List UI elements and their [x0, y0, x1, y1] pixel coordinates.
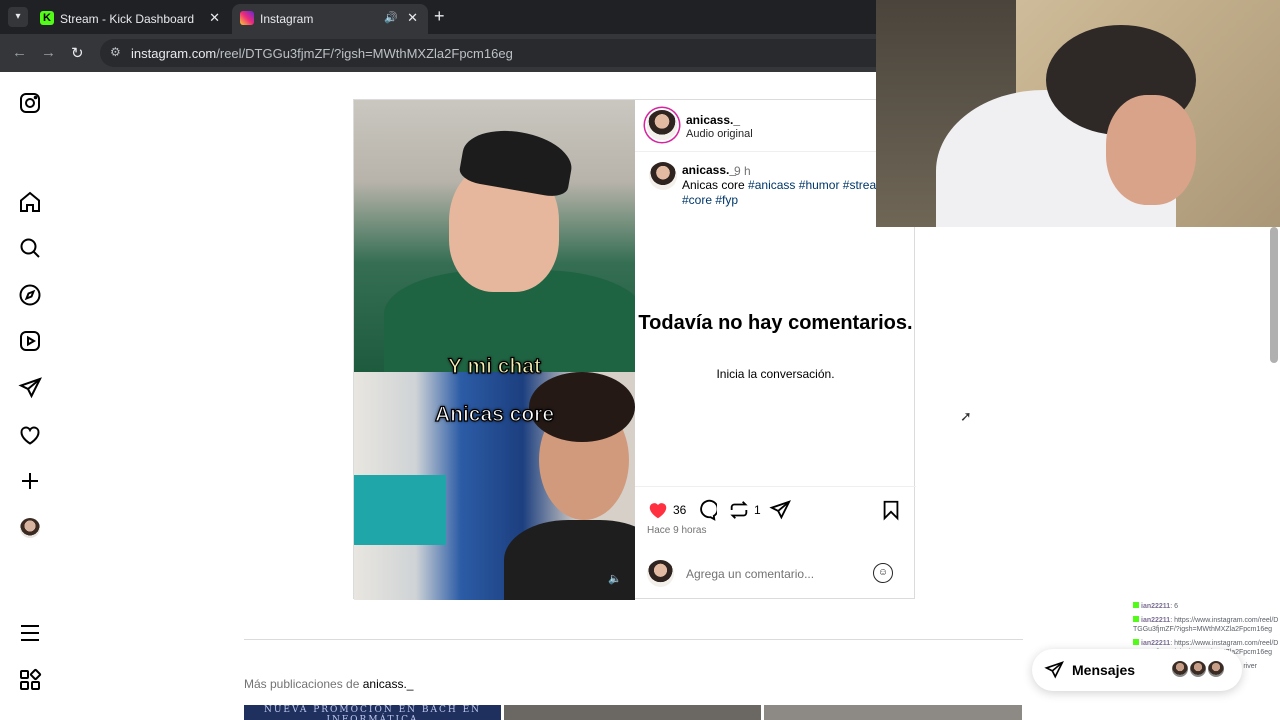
reels-icon[interactable] — [18, 329, 42, 353]
hashtag-link[interactable]: #fyp — [715, 193, 738, 207]
chat-badge-icon — [1133, 602, 1139, 608]
tab-search-button[interactable]: ▾ — [8, 7, 28, 27]
tab-title: Stream - Kick Dashboard — [60, 12, 195, 26]
tab-instagram[interactable]: Instagram 🔊 ✕ — [232, 4, 428, 34]
create-icon[interactable] — [18, 469, 42, 493]
instagram-logo-icon[interactable] — [18, 91, 42, 115]
shirt-shape — [504, 520, 635, 600]
instagram-sidebar — [0, 72, 62, 720]
save-icon[interactable] — [880, 499, 902, 521]
comment-icon[interactable] — [695, 499, 719, 521]
comment-input[interactable]: Agrega un comentario... — [686, 567, 814, 581]
reload-icon[interactable]: ↻ — [71, 44, 84, 62]
close-tab-icon[interactable]: ✕ — [407, 10, 418, 26]
chat-badge-icon — [1133, 616, 1139, 622]
messages-icon[interactable] — [18, 376, 42, 400]
more-posts-username[interactable]: anicass._ — [363, 677, 414, 691]
contact-avatar — [1206, 659, 1226, 679]
home-icon[interactable] — [18, 190, 42, 214]
no-comments-title: Todavía no hay comentarios. — [638, 312, 913, 334]
profile-avatar[interactable] — [20, 518, 40, 538]
caption-username[interactable]: anicass._ — [682, 163, 736, 177]
webcam-person-hand — [1106, 95, 1196, 205]
hashtag-link[interactable]: #core — [682, 193, 712, 207]
more-posts-heading: Más publicaciones de anicass._ — [244, 677, 414, 691]
forward-icon[interactable]: → — [41, 44, 56, 61]
author-avatar[interactable] — [647, 110, 677, 140]
current-user-avatar — [647, 560, 674, 587]
notifications-icon[interactable] — [18, 423, 42, 447]
url-text[interactable]: instagram.com/reel/DTGGu3fjmZF/?igsh=MWt… — [131, 46, 513, 61]
repost-icon[interactable] — [728, 499, 750, 521]
video-caption-line2: Anicas core — [434, 402, 555, 426]
site-settings-icon[interactable]: ⚙ — [110, 45, 121, 59]
no-comments-subtitle: Inicia la conversación. — [716, 367, 835, 381]
menu-icon[interactable] — [18, 621, 42, 645]
caption-avatar[interactable] — [649, 162, 677, 190]
chat-message: ian22211: 6 — [1133, 602, 1280, 611]
instagram-favicon-icon — [240, 11, 254, 25]
page-scrollbar[interactable] — [1270, 227, 1278, 363]
contact-avatar — [1170, 659, 1190, 679]
share-icon[interactable] — [769, 499, 791, 521]
messages-icon — [1044, 660, 1064, 680]
new-tab-button[interactable]: + — [434, 6, 445, 27]
post-header: anicass._ Audio original — [635, 100, 916, 152]
contact-avatar — [1188, 659, 1208, 679]
hashtag-link[interactable]: #anicass — [748, 178, 795, 192]
audio-label[interactable]: Audio original — [686, 128, 753, 140]
speaker-icon[interactable]: 🔊 — [384, 11, 398, 24]
webcam-overlay — [876, 0, 1280, 227]
mouse-cursor-icon: ➚ — [960, 408, 972, 424]
close-tab-icon[interactable]: ✕ — [209, 10, 220, 26]
more-apps-icon[interactable] — [18, 668, 42, 692]
back-icon[interactable]: ← — [12, 44, 27, 61]
messages-label: Mensajes — [1072, 662, 1136, 678]
kick-favicon-icon: K — [40, 11, 54, 25]
post-thumbnail[interactable] — [504, 705, 761, 720]
divider — [244, 639, 1023, 640]
video-caption-line1: Y mi chat — [447, 354, 541, 378]
url-field[interactable]: ⚙ instagram.com/reel/DTGGu3fjmZF/?igsh=M… — [100, 39, 890, 67]
repost-count[interactable]: 1 — [754, 503, 761, 517]
reel-post: Y mi chat Anicas core 🔈 anicass._ Audio … — [353, 99, 916, 600]
explore-icon[interactable] — [18, 283, 42, 307]
hashtag-link[interactable]: #humor — [799, 178, 840, 192]
post-time-ago[interactable]: Hace 9 horas — [647, 525, 706, 536]
post-actions: 36 1 Hace 9 horas — [635, 486, 916, 556]
search-icon[interactable] — [18, 236, 42, 260]
volume-icon[interactable]: 🔈 — [608, 572, 622, 585]
tab-title: Instagram — [260, 12, 314, 26]
emoji-icon[interactable]: ☺ — [873, 563, 893, 583]
caption-time: 9 h — [734, 164, 751, 178]
like-count[interactable]: 36 — [673, 503, 686, 517]
author-username[interactable]: anicass._ — [686, 113, 740, 127]
chat-badge-icon — [1133, 639, 1139, 645]
post-thumbnail[interactable]: NUEVA PROMOCIÓN EN BACH EN INFORMÁTICA — [244, 705, 501, 720]
messages-button[interactable]: Mensajes — [1032, 649, 1242, 691]
background-shape — [354, 475, 446, 545]
chat-message: ian22211: https://www.instagram.com/reel… — [1133, 616, 1279, 633]
add-comment-bar: Agrega un comentario... ☺ — [635, 556, 916, 600]
post-thumbnail[interactable] — [764, 705, 1022, 720]
post-details: anicass._ Audio original anicass._ 9 h A… — [635, 100, 916, 600]
like-icon[interactable] — [647, 499, 669, 521]
reel-video[interactable]: Y mi chat Anicas core 🔈 — [354, 100, 635, 600]
tab-kick-dashboard[interactable]: K Stream - Kick Dashboard ✕ — [32, 4, 230, 34]
